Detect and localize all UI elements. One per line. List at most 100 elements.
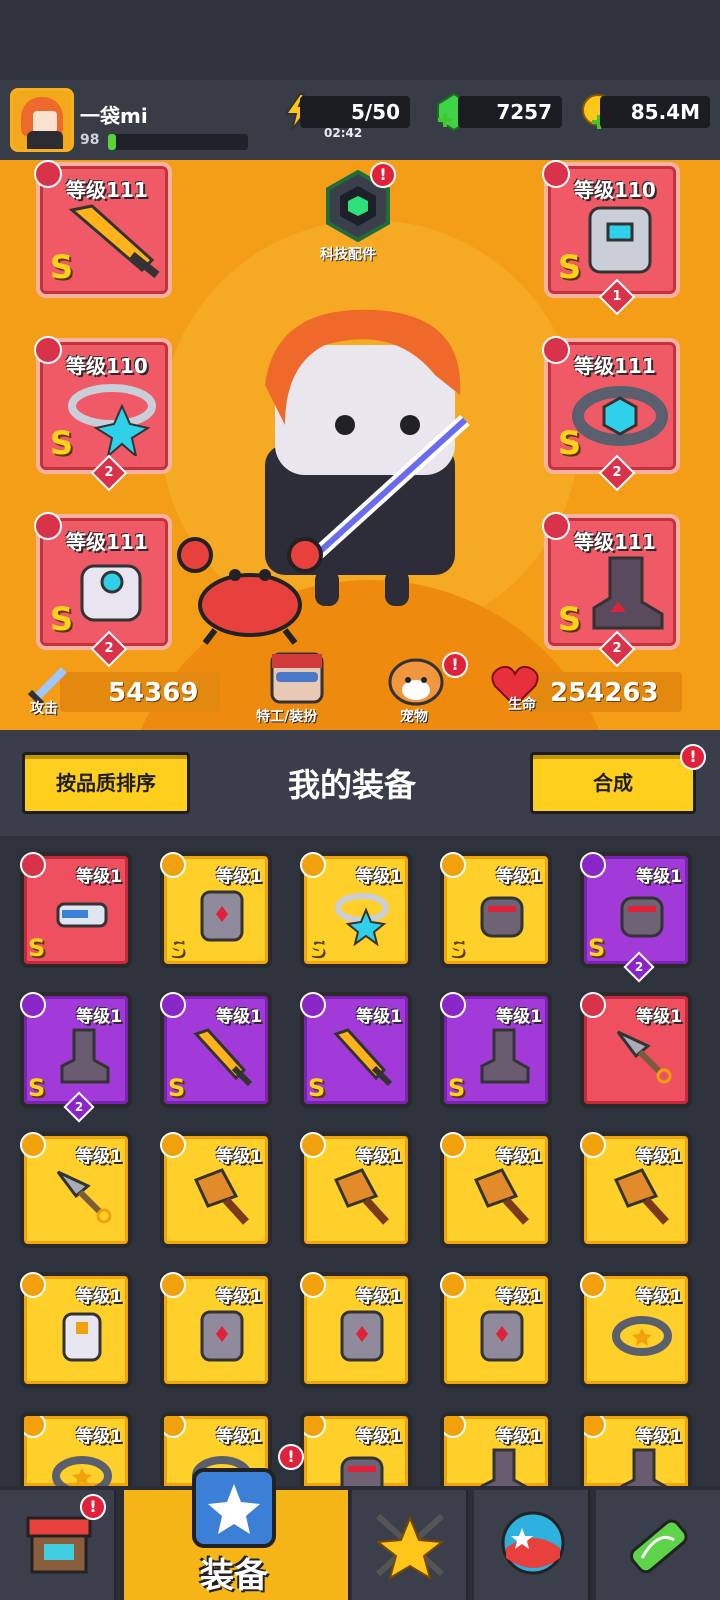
slot-gloves[interactable]: 等级111 S 2 [34, 512, 172, 668]
item-grade: S [448, 934, 466, 962]
inventory-item[interactable]: 等级1 [580, 1412, 692, 1486]
item-level: 等级1 [636, 867, 682, 887]
inventory-item[interactable]: 等级1 S 2 [20, 992, 132, 1123]
drill-icon [333, 1168, 389, 1225]
pet-badge: ! [442, 652, 468, 678]
item-level: 等级1 [496, 1287, 542, 1307]
armor-icon [200, 890, 244, 942]
necklace-icon [68, 384, 156, 456]
shop-badge: ! [80, 1494, 106, 1520]
item-type-icon [580, 1132, 606, 1158]
kunai-icon [616, 1030, 672, 1084]
belt-icon [52, 1456, 112, 1486]
coin-counter: 85.4M [600, 96, 710, 128]
slot-armor[interactable]: 等级110 S 1 [542, 160, 680, 316]
item-level: 等级1 [356, 1427, 402, 1447]
gem-value: 7257 [496, 100, 552, 124]
inventory-item[interactable]: 等级1 [300, 1272, 412, 1388]
player-name: 一袋mi [80, 104, 148, 128]
inventory-item[interactable]: 等级1 S 2 [580, 852, 692, 983]
item-level: 等级1 [356, 1287, 402, 1307]
gloves-icon [340, 1456, 384, 1486]
nav-lab[interactable] [596, 1490, 720, 1600]
tech-badge: ! [370, 162, 396, 188]
sort-by-quality-button[interactable]: 按品质排序 [22, 752, 190, 814]
item-level: 等级1 [76, 1287, 122, 1307]
inventory-item[interactable]: 等级1 [580, 992, 692, 1108]
inventory-item[interactable]: 等级1 S [20, 852, 132, 968]
player-avatar[interactable] [10, 88, 74, 152]
nav-talent[interactable] [474, 1490, 590, 1600]
inventory-item[interactable]: 等级1 [440, 1412, 552, 1486]
inventory-item[interactable]: 等级1 [300, 1412, 412, 1486]
inventory-item[interactable]: 等级1 [580, 1132, 692, 1248]
pet-dog-icon[interactable] [386, 652, 446, 708]
merge-button[interactable]: 合成 [530, 752, 696, 814]
item-grade: S [168, 934, 186, 962]
item-type-icon [160, 992, 186, 1018]
drill-icon [613, 1168, 669, 1225]
nav-battle[interactable] [352, 1490, 468, 1600]
dna-capsule-icon [629, 1519, 688, 1574]
agent-icon[interactable] [262, 650, 332, 706]
item-level: 等级1 [636, 1427, 682, 1447]
slot-weapon[interactable]: 等级111 S [34, 160, 172, 298]
merge-badge: ! [680, 744, 706, 770]
item-type-icon [440, 852, 466, 878]
inventory-item[interactable]: 等级1 [20, 1412, 132, 1486]
player-level: 98 [80, 132, 100, 148]
boots-icon [60, 1028, 110, 1084]
item-level: 等级1 [76, 1007, 122, 1027]
pet-label[interactable]: 宠物 [400, 706, 428, 726]
inventory-item[interactable]: 等级1 [160, 1272, 272, 1388]
item-type-icon [300, 852, 326, 878]
sword-icon [193, 1028, 252, 1086]
status-bar [0, 0, 720, 80]
inventory-item[interactable]: 等级1 S [440, 852, 552, 968]
item-type-icon [440, 1272, 466, 1298]
inventory-item[interactable]: 等级1 S [160, 992, 272, 1108]
attack-panel: 54369 [60, 672, 220, 712]
item-level: 等级1 [76, 867, 122, 887]
inventory-item[interactable]: 等级1 [20, 1132, 132, 1248]
inventory-item[interactable]: 等级1 [300, 1132, 412, 1248]
item-type-icon [444, 1416, 466, 1438]
inventory-item[interactable]: 等级1 S [300, 992, 412, 1108]
item-level: 等级1 [496, 1427, 542, 1447]
inventory-item[interactable]: 等级1 S [440, 992, 552, 1108]
weapon-type-icon [34, 160, 62, 188]
inventory-item[interactable]: 等级1 [580, 1272, 692, 1388]
boots-icon [480, 1448, 528, 1486]
necklace-type-icon [34, 336, 62, 364]
agent-label[interactable]: 特工/装扮 [256, 706, 317, 726]
item-level: 等级1 [496, 1147, 542, 1167]
slot-belt[interactable]: 等级111 S 2 [542, 336, 680, 492]
slot-boots[interactable]: 等级111 S 2 [542, 512, 680, 668]
item-type-icon [24, 1416, 46, 1438]
slot-belt-grade: S [558, 424, 582, 462]
inventory-item[interactable]: 等级1 [440, 1272, 552, 1388]
inventory-item[interactable]: 等级1 [20, 1272, 132, 1388]
boots-icon [592, 556, 664, 630]
item-type-icon [580, 852, 606, 878]
item-level: 等级1 [216, 867, 262, 887]
slot-belt-level: 等级111 [574, 354, 656, 378]
inventory-item[interactable]: 等级1 [160, 1132, 272, 1248]
inventory-item[interactable]: 等级1 S [160, 852, 272, 968]
boots-type-icon [542, 512, 570, 540]
star-swords-icon [375, 1513, 445, 1580]
item-type-icon [20, 852, 46, 878]
crab-pet [177, 537, 323, 645]
item-type-icon [584, 1416, 606, 1438]
item-type-icon [164, 1416, 186, 1438]
inventory-item[interactable]: 等级1 [440, 1132, 552, 1248]
inventory-item[interactable]: 等级1 S [300, 852, 412, 968]
tech-parts-label: 科技配件 [320, 247, 376, 263]
item-level: 等级1 [356, 867, 402, 887]
slot-boots-level: 等级111 [574, 530, 656, 554]
attack-value: 54369 [108, 678, 199, 708]
slot-necklace[interactable]: 等级110 S 2 [34, 336, 172, 492]
item-grade: S [168, 1074, 186, 1102]
slot-weapon-level: 等级111 [66, 178, 148, 202]
belt-type-icon [542, 336, 570, 364]
